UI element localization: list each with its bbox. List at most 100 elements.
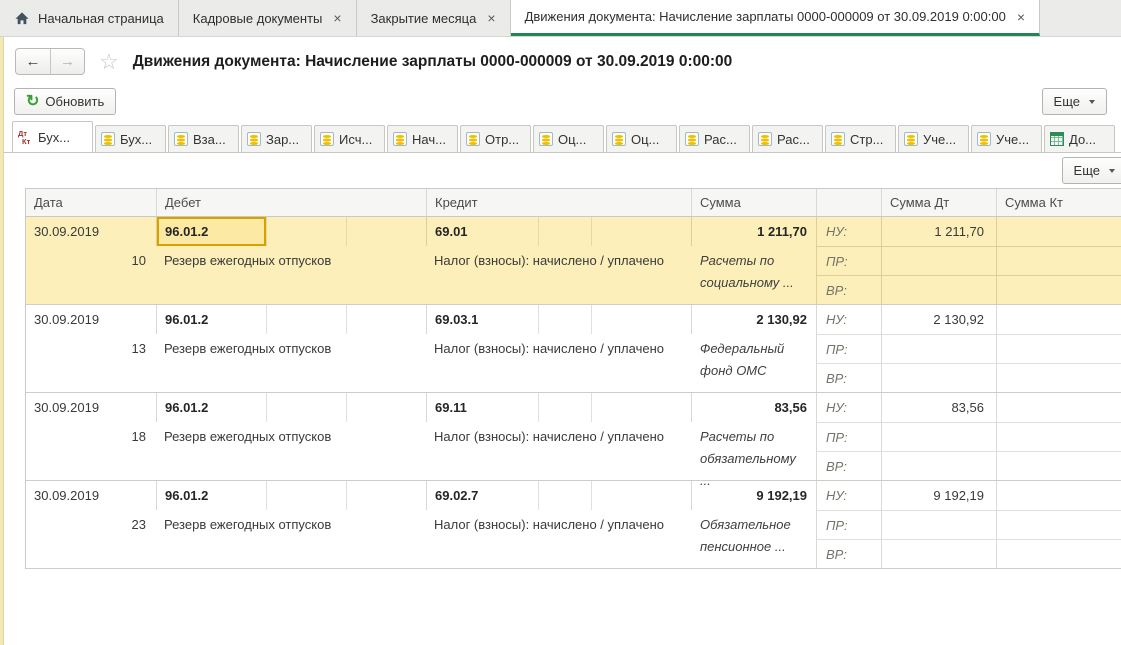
credit-subconto-cell[interactable]: Налог (взносы): начислено / уплачено bbox=[426, 246, 691, 275]
tax-nu-label[interactable]: НУ: bbox=[816, 393, 881, 422]
favorite-star-icon[interactable]: ☆ bbox=[99, 51, 119, 73]
debit-subconto-cell[interactable]: Резерв ежегодных отпусков bbox=[156, 246, 426, 275]
column-header-amount-kt[interactable]: Сумма Кт bbox=[996, 189, 1121, 216]
tab-close-icon[interactable]: × bbox=[333, 10, 341, 26]
register-tab[interactable]: Отр... bbox=[460, 125, 531, 153]
debit-subcell[interactable] bbox=[266, 393, 346, 422]
tax-vr-label[interactable]: ВР: bbox=[816, 539, 881, 568]
amount-cell[interactable]: 2 130,92 bbox=[691, 305, 816, 334]
register-tab[interactable]: Стр... bbox=[825, 125, 896, 153]
sum-kt-pr-cell[interactable] bbox=[996, 422, 1121, 451]
debit-subconto-cell[interactable]: Резерв ежегодных отпусков bbox=[156, 422, 426, 451]
column-header-date[interactable]: Дата bbox=[26, 189, 156, 216]
debit-account-cell[interactable]: 96.01.2 bbox=[156, 481, 266, 510]
sum-dt-nu-cell[interactable]: 2 130,92 bbox=[881, 305, 996, 334]
line-number-cell[interactable]: 13 bbox=[26, 334, 156, 363]
credit-subcell[interactable] bbox=[591, 481, 691, 510]
credit-subcell[interactable] bbox=[591, 305, 691, 334]
tax-nu-label[interactable]: НУ: bbox=[816, 217, 881, 246]
column-header-credit[interactable]: Кредит bbox=[426, 189, 691, 216]
credit-account-cell[interactable]: 69.02.7 bbox=[426, 481, 538, 510]
debit-account-cell[interactable]: 96.01.2 bbox=[156, 393, 266, 422]
register-tab[interactable]: Уче... bbox=[971, 125, 1042, 153]
register-tab[interactable]: Оц... bbox=[533, 125, 604, 153]
sum-kt-pr-cell[interactable] bbox=[996, 510, 1121, 539]
line-number-cell[interactable]: 23 bbox=[26, 510, 156, 539]
sum-kt-pr-cell[interactable] bbox=[996, 334, 1121, 363]
credit-subconto-cell[interactable]: Налог (взносы): начислено / уплачено bbox=[426, 422, 691, 451]
sum-dt-vr-cell[interactable] bbox=[881, 539, 996, 568]
sum-kt-vr-cell[interactable] bbox=[996, 539, 1121, 568]
refresh-button[interactable]: ↻ Обновить bbox=[14, 88, 116, 115]
credit-subcell[interactable] bbox=[538, 305, 591, 334]
sum-dt-pr-cell[interactable] bbox=[881, 334, 996, 363]
date-cell[interactable]: 30.09.2019 bbox=[26, 217, 156, 246]
debit-account-cell[interactable]: 96.01.2 bbox=[156, 217, 266, 246]
register-tab[interactable]: Исч... bbox=[314, 125, 385, 153]
debit-subcell[interactable] bbox=[266, 217, 346, 246]
amount-subconto-cell[interactable]: Федеральный фонд ОМС bbox=[691, 334, 816, 392]
window-tab[interactable]: Начальная страница bbox=[0, 0, 179, 36]
tax-nu-label[interactable]: НУ: bbox=[816, 305, 881, 334]
sum-dt-pr-cell[interactable] bbox=[881, 422, 996, 451]
register-tab[interactable]: Бух... bbox=[12, 121, 93, 153]
line-number-cell[interactable]: 18 bbox=[26, 422, 156, 451]
window-tab[interactable]: Закрытие месяца × bbox=[357, 0, 511, 36]
credit-subconto-cell[interactable]: Налог (взносы): начислено / уплачено bbox=[426, 334, 691, 363]
register-tab[interactable]: До... bbox=[1044, 125, 1115, 153]
credit-account-cell[interactable]: 69.03.1 bbox=[426, 305, 538, 334]
credit-subconto-cell[interactable]: Налог (взносы): начислено / уплачено bbox=[426, 510, 691, 539]
sum-kt-nu-cell[interactable] bbox=[996, 393, 1121, 422]
sum-kt-vr-cell[interactable] bbox=[996, 363, 1121, 392]
tax-vr-label[interactable]: ВР: bbox=[816, 363, 881, 392]
sum-dt-vr-cell[interactable] bbox=[881, 363, 996, 392]
register-tab[interactable]: Вза... bbox=[168, 125, 239, 153]
amount-subconto-cell[interactable]: Расчеты по социальному ... bbox=[691, 246, 816, 304]
credit-subcell[interactable] bbox=[591, 393, 691, 422]
column-header-amount-dt[interactable]: Сумма Дт bbox=[881, 189, 996, 216]
sum-kt-vr-cell[interactable] bbox=[996, 275, 1121, 304]
register-tab[interactable]: Рас... bbox=[679, 125, 750, 153]
sum-dt-pr-cell[interactable] bbox=[881, 246, 996, 275]
sum-kt-vr-cell[interactable] bbox=[996, 451, 1121, 480]
debit-subcell[interactable] bbox=[346, 481, 426, 510]
tax-vr-label[interactable]: ВР: bbox=[816, 451, 881, 480]
debit-account-cell[interactable]: 96.01.2 bbox=[156, 305, 266, 334]
window-tab[interactable]: Кадровые документы × bbox=[179, 0, 357, 36]
sum-kt-pr-cell[interactable] bbox=[996, 246, 1121, 275]
debit-subcell[interactable] bbox=[346, 393, 426, 422]
register-tab[interactable]: Оц... bbox=[606, 125, 677, 153]
sum-dt-vr-cell[interactable] bbox=[881, 275, 996, 304]
register-tab[interactable]: Бух... bbox=[95, 125, 166, 153]
date-cell[interactable]: 30.09.2019 bbox=[26, 481, 156, 510]
tax-pr-label[interactable]: ПР: bbox=[816, 334, 881, 363]
tax-vr-label[interactable]: ВР: bbox=[816, 275, 881, 304]
register-tab[interactable]: Нач... bbox=[387, 125, 458, 153]
amount-cell[interactable]: 83,56 bbox=[691, 393, 816, 422]
sum-dt-vr-cell[interactable] bbox=[881, 451, 996, 480]
debit-subconto-cell[interactable]: Резерв ежегодных отпусков bbox=[156, 334, 426, 363]
credit-subcell[interactable] bbox=[538, 481, 591, 510]
column-header-debit[interactable]: Дебет bbox=[156, 189, 426, 216]
debit-subconto-cell[interactable]: Резерв ежегодных отпусков bbox=[156, 510, 426, 539]
date-cell[interactable]: 30.09.2019 bbox=[26, 393, 156, 422]
register-tab[interactable]: Уче... bbox=[898, 125, 969, 153]
register-tab[interactable]: Зар... bbox=[241, 125, 312, 153]
tax-pr-label[interactable]: ПР: bbox=[816, 422, 881, 451]
credit-account-cell[interactable]: 69.11 bbox=[426, 393, 538, 422]
forward-button[interactable]: → bbox=[50, 49, 84, 74]
amount-subconto-cell[interactable]: Расчеты по обязательному ... bbox=[691, 422, 816, 480]
sum-dt-nu-cell[interactable]: 9 192,19 bbox=[881, 481, 996, 510]
sum-kt-nu-cell[interactable] bbox=[996, 305, 1121, 334]
sum-kt-nu-cell[interactable] bbox=[996, 217, 1121, 246]
more-button-table[interactable]: Еще bbox=[1062, 157, 1121, 184]
tab-close-icon[interactable]: × bbox=[487, 10, 495, 26]
tab-close-icon[interactable]: × bbox=[1017, 9, 1025, 25]
credit-subcell[interactable] bbox=[591, 217, 691, 246]
more-button-top[interactable]: Еще bbox=[1042, 88, 1107, 115]
tax-pr-label[interactable]: ПР: bbox=[816, 246, 881, 275]
credit-subcell[interactable] bbox=[538, 217, 591, 246]
amount-cell[interactable]: 9 192,19 bbox=[691, 481, 816, 510]
credit-account-cell[interactable]: 69.01 bbox=[426, 217, 538, 246]
line-number-cell[interactable]: 10 bbox=[26, 246, 156, 275]
